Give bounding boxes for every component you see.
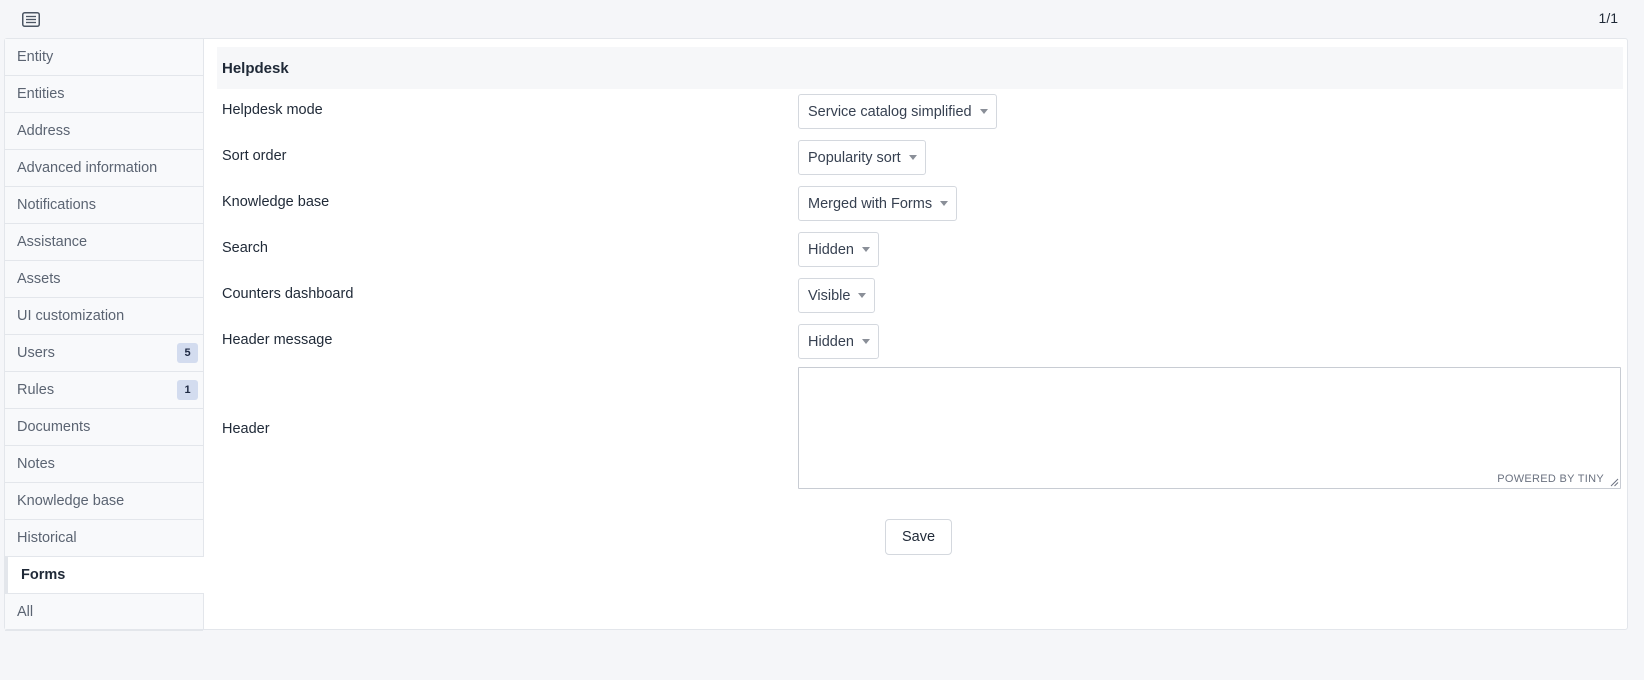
powered-by-tiny-label[interactable]: POWERED BY TINY <box>1497 473 1604 485</box>
counters-dashboard-select[interactable]: Visible <box>798 278 876 313</box>
tab-historical[interactable]: Historical <box>5 520 203 557</box>
main-panel: Entity Entities Address Advanced informatio… <box>4 38 1628 631</box>
tab-users[interactable]: Users 5 <box>5 335 203 372</box>
tab-ui-customization[interactable]: UI customization <box>5 298 203 335</box>
knowledge-base-select[interactable]: Merged with Forms <box>798 186 958 221</box>
form-row-helpdesk-mode: Helpdesk mode Service catalog simplified <box>217 89 1623 135</box>
caret-down-icon <box>979 109 988 114</box>
pager-counter: 1/1 <box>1598 10 1618 26</box>
save-button[interactable]: Save <box>885 519 952 555</box>
header-rich-text-editor[interactable]: POWERED BY TINY <box>798 367 1621 489</box>
tab-notifications[interactable]: Notifications <box>5 187 203 224</box>
tab-label: Assets <box>17 271 61 287</box>
tab-label: All <box>17 604 34 620</box>
tab-entity[interactable]: Entity <box>5 39 203 76</box>
tab-label: Historical <box>17 530 77 546</box>
form-row-search: Search Hidden <box>217 227 1623 273</box>
tab-address[interactable]: Address <box>5 113 203 150</box>
resize-handle-icon[interactable] <box>1609 477 1619 487</box>
sort-order-select[interactable]: Popularity sort <box>798 140 926 175</box>
tab-label: Advanced information <box>17 160 158 176</box>
helpdesk-mode-select[interactable]: Service catalog simplified <box>798 94 997 129</box>
count-badge: 5 <box>177 343 198 363</box>
counters-dashboard-value: Visible <box>808 287 851 304</box>
header-message-value: Hidden <box>808 333 854 350</box>
top-bar: 1/1 <box>0 0 1644 38</box>
tab-all[interactable]: All <box>5 594 203 631</box>
tab-label: Users <box>17 345 55 361</box>
form-row-sort-order: Sort order Popularity sort <box>217 135 1623 181</box>
tab-label: Address <box>17 123 71 139</box>
tab-assets[interactable]: Assets <box>5 261 203 298</box>
tab-knowledge-base[interactable]: Knowledge base <box>5 483 203 520</box>
header-message-label: Header message <box>222 332 333 348</box>
knowledge-base-label: Knowledge base <box>222 194 330 210</box>
tab-forms[interactable]: Forms <box>5 557 204 594</box>
knowledge-base-value: Merged with Forms <box>808 195 933 212</box>
search-label: Search <box>222 240 268 256</box>
tab-rules[interactable]: Rules 1 <box>5 372 203 409</box>
header-message-select[interactable]: Hidden <box>798 324 879 359</box>
tab-advanced-information[interactable]: Advanced information <box>5 150 203 187</box>
caret-down-icon <box>858 293 867 298</box>
counters-dashboard-label: Counters dashboard <box>222 286 354 302</box>
tab-assistance[interactable]: Assistance <box>5 224 203 261</box>
tab-label: Notifications <box>17 197 96 213</box>
form-row-counters-dashboard: Counters dashboard Visible <box>217 273 1623 319</box>
tab-label: Assistance <box>17 234 88 250</box>
form-row-knowledge-base: Knowledge base Merged with Forms <box>217 181 1623 227</box>
search-value: Hidden <box>808 241 854 258</box>
tab-label: Knowledge base <box>17 493 125 509</box>
helpdesk-mode-value: Service catalog simplified <box>808 103 972 120</box>
caret-down-icon <box>908 155 917 160</box>
search-select[interactable]: Hidden <box>798 232 879 267</box>
tab-label: UI customization <box>17 308 125 324</box>
form-row-header-message: Header message Hidden <box>217 319 1623 365</box>
header-label: Header <box>222 421 270 437</box>
helpdesk-mode-label: Helpdesk mode <box>222 102 323 118</box>
helpdesk-form: Helpdesk Helpdesk mode Service catalog s… <box>217 47 1623 555</box>
tab-label: Forms <box>21 567 66 583</box>
sidebar-tabs: Entity Entities Address Advanced informatio… <box>5 39 204 631</box>
tab-label: Entities <box>17 86 65 102</box>
tab-label: Documents <box>17 419 91 435</box>
tab-label: Entity <box>17 49 54 65</box>
section-title: Helpdesk <box>217 47 1623 89</box>
caret-down-icon <box>861 247 870 252</box>
form-row-header: Header POWERED BY TINY <box>217 367 1623 489</box>
tab-notes[interactable]: Notes <box>5 446 203 483</box>
tab-entities[interactable]: Entities <box>5 76 203 113</box>
list-icon[interactable] <box>20 10 42 28</box>
tab-documents[interactable]: Documents <box>5 409 203 446</box>
count-badge: 1 <box>177 380 198 400</box>
sort-order-label: Sort order <box>222 148 287 164</box>
caret-down-icon <box>861 339 870 344</box>
tab-label: Notes <box>17 456 55 472</box>
tab-label: Rules <box>17 382 55 398</box>
caret-down-icon <box>940 201 949 206</box>
sort-order-value: Popularity sort <box>808 149 901 166</box>
